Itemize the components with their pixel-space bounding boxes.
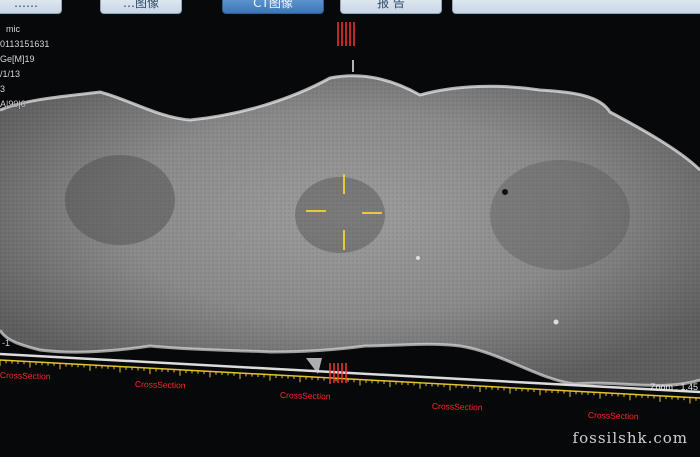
- ct-image-viewport[interactable]: [0, 0, 700, 457]
- info-line-sex-age: Ge[M]19: [0, 54, 35, 64]
- cross-section-label-3[interactable]: CrossSection: [280, 390, 331, 401]
- tab-first-label: ……: [14, 0, 38, 10]
- cross-section-label-2[interactable]: CrossSection: [135, 379, 186, 390]
- cross-section-label-4[interactable]: CrossSection: [432, 401, 483, 412]
- ruler-left-tick: -1: [2, 338, 11, 348]
- patient-info-overlay: mic 0113151631 Ge[M]19 /1/13 3 A|90|0: [0, 22, 49, 112]
- zoom-level: Zoom : 1.45: [649, 382, 698, 392]
- tab-image[interactable]: …图像: [100, 0, 182, 14]
- tab-ct-image[interactable]: CT图像: [222, 0, 324, 14]
- tab-report-label: 报 告: [377, 0, 405, 10]
- tab-first[interactable]: ……: [0, 0, 62, 14]
- tab-ct-image-label: CT图像: [253, 0, 293, 10]
- tab-report[interactable]: 报 告: [340, 0, 442, 14]
- info-line-series: 3: [0, 84, 6, 94]
- watermark: fossilshk.com: [572, 429, 688, 447]
- cross-section-label-5[interactable]: CrossSection: [588, 410, 639, 421]
- info-line-date: /1/13: [0, 69, 21, 79]
- tab-image-label: …图像: [122, 0, 159, 10]
- info-line-id: 0113151631: [0, 39, 50, 49]
- info-line-params: A|90|0: [0, 99, 26, 109]
- info-line-modality: mic: [6, 24, 20, 34]
- tab-spacer: [452, 0, 700, 14]
- tab-bar: …… …图像 CT图像 报 告: [0, 0, 700, 14]
- cross-section-label-1[interactable]: CrossSection: [0, 370, 51, 381]
